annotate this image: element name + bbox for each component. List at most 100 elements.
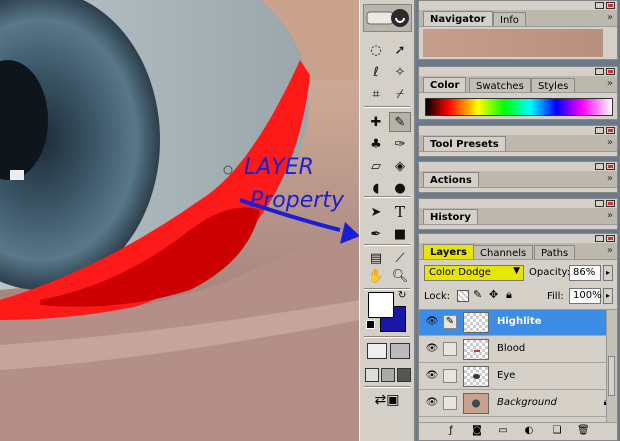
visibility-eye-icon[interactable]: 👁︎ (425, 344, 439, 354)
type-icon[interactable]: T (389, 202, 411, 222)
screen-mode-full-icon[interactable] (397, 368, 411, 382)
tab-actions[interactable]: Actions (423, 172, 479, 187)
visibility-eye-icon[interactable]: 👁︎ (425, 371, 439, 381)
new-set-icon[interactable]: ▭ (497, 425, 509, 437)
pen-icon[interactable]: ✒ (365, 224, 387, 244)
move-icon[interactable]: ➚ (389, 40, 411, 60)
crop-icon[interactable]: ⌗ (365, 84, 387, 104)
screen-mode-standard-icon[interactable] (365, 368, 379, 382)
tab-swatches[interactable]: Swatches (469, 78, 531, 92)
slice-icon[interactable]: ⌿ (389, 84, 411, 104)
magic-wand-icon[interactable]: ✧ (389, 62, 411, 82)
layer-scrollbar[interactable] (606, 310, 617, 422)
eye-photo: LAYER Property (0, 0, 360, 441)
screen-mode-full-menu-icon[interactable] (381, 368, 395, 382)
tab-info[interactable]: Info (493, 12, 526, 26)
dodge-icon[interactable]: ● (389, 178, 411, 198)
tab-history[interactable]: History (423, 209, 478, 224)
trash-icon[interactable]: 🗑︎ (577, 425, 590, 437)
stamp-icon[interactable]: ♣ (365, 134, 387, 154)
tab-layers[interactable]: Layers (423, 244, 474, 259)
image-canvas[interactable]: LAYER Property (0, 0, 360, 441)
minimize-button[interactable] (595, 2, 604, 9)
fill-slider-button[interactable]: ▸ (603, 288, 613, 304)
eraser-icon[interactable]: ▱ (365, 156, 387, 176)
minimize-button[interactable] (595, 235, 604, 242)
close-button[interactable] (606, 235, 615, 242)
new-layer-icon[interactable]: ❏ (551, 425, 563, 437)
lock-all-icon[interactable]: 🔒︎ (506, 288, 512, 302)
layer-name: Eye (497, 370, 516, 381)
hand-icon[interactable]: ✋ (365, 266, 387, 286)
link-box[interactable] (443, 342, 457, 356)
path-select-icon[interactable]: ➤ (365, 202, 387, 222)
tab-styles[interactable]: Styles (531, 78, 576, 92)
adjustment-layer-icon[interactable]: ◐ (523, 425, 535, 437)
brush-icon[interactable]: ✎ (389, 112, 411, 132)
jump-to-imageready-icon[interactable]: ⇄▣ (368, 392, 406, 412)
minimize-button[interactable] (595, 127, 604, 134)
layer-row-background[interactable]: 👁︎ Background 🔒︎ (419, 391, 617, 417)
paint-bucket-icon[interactable]: ◈ (389, 156, 411, 176)
blur-icon[interactable]: ◖ (365, 178, 387, 198)
panel-menu-icon[interactable]: » (607, 210, 613, 221)
tab-tool-presets[interactable]: Tool Presets (423, 136, 506, 151)
history-brush-icon[interactable]: ✑ (389, 134, 411, 154)
standard-mode-icon[interactable] (367, 343, 387, 359)
lock-transparency-icon[interactable] (457, 290, 469, 302)
tab-channels[interactable]: Channels (473, 245, 534, 259)
link-box[interactable] (443, 369, 457, 383)
close-button[interactable] (606, 68, 615, 75)
panel-menu-icon[interactable]: » (607, 173, 613, 184)
visibility-eye-icon[interactable]: 👁︎ (425, 398, 439, 408)
quick-mask-icon[interactable] (390, 343, 410, 359)
panel-menu-icon[interactable]: » (607, 78, 613, 89)
layer-list: 👁︎ ✎ Highlite 👁︎ Blood 👁︎ Eye 👁︎ Backgro… (419, 309, 617, 422)
palette-well: Navigator Info » Color Swatches Styles »… (418, 0, 620, 441)
close-button[interactable] (606, 163, 615, 170)
healing-brush-icon[interactable]: ✚ (365, 112, 387, 132)
shape-icon[interactable]: ■ (389, 224, 411, 244)
link-box[interactable] (443, 396, 457, 410)
tab-paths[interactable]: Paths (534, 245, 576, 259)
notes-icon[interactable]: ▤ (365, 248, 387, 268)
opacity-field[interactable]: 86% (569, 265, 601, 281)
panel-menu-icon[interactable]: » (607, 245, 613, 256)
opacity-slider-button[interactable]: ▸ (603, 265, 613, 281)
foreground-color-swatch-front[interactable] (368, 292, 394, 318)
lock-pixels-icon[interactable]: ✎ (473, 288, 482, 301)
navigator-preview[interactable] (423, 29, 603, 57)
minimize-button[interactable] (595, 200, 604, 207)
brush-link-icon[interactable]: ✎ (443, 315, 457, 329)
layer-row-eye[interactable]: 👁︎ Eye (419, 364, 617, 390)
marquee-icon[interactable]: ◌ (365, 40, 387, 60)
panel-menu-icon[interactable]: » (607, 137, 613, 148)
layer-thumbnail (463, 339, 489, 360)
close-button[interactable] (606, 2, 615, 9)
layer-row-highlite[interactable]: 👁︎ ✎ Highlite (419, 310, 617, 336)
swap-colors-icon[interactable]: ↻ (398, 290, 406, 301)
zoom-icon[interactable]: 🔍︎ (389, 266, 411, 286)
navigator-titlebar[interactable] (419, 1, 617, 10)
actions-panel: Actions » (418, 161, 618, 193)
visibility-eye-icon[interactable]: 👁︎ (425, 317, 439, 327)
panel-menu-icon[interactable]: » (607, 12, 613, 23)
fill-field[interactable]: 100% (569, 288, 602, 304)
default-colors-icon[interactable] (366, 320, 375, 329)
color-ramp[interactable] (425, 98, 613, 116)
lock-position-icon[interactable]: ✥ (489, 288, 498, 301)
lasso-icon[interactable]: ℓ (365, 62, 387, 82)
eyedropper-icon[interactable]: ⟋ (389, 248, 411, 268)
tab-color[interactable]: Color (423, 77, 467, 92)
close-button[interactable] (606, 127, 615, 134)
layer-row-blood[interactable]: 👁︎ Blood (419, 337, 617, 363)
minimize-button[interactable] (595, 68, 604, 75)
close-button[interactable] (606, 200, 615, 207)
tab-navigator[interactable]: Navigator (423, 11, 493, 26)
layer-name: Highlite (497, 316, 542, 327)
minimize-button[interactable] (595, 163, 604, 170)
blend-mode-select[interactable]: Color Dodge ▼ (424, 265, 524, 281)
layer-style-icon[interactable]: ƒ (445, 425, 457, 437)
adobe-logo-icon[interactable] (364, 5, 411, 31)
layer-mask-icon[interactable]: ◙ (471, 425, 483, 437)
